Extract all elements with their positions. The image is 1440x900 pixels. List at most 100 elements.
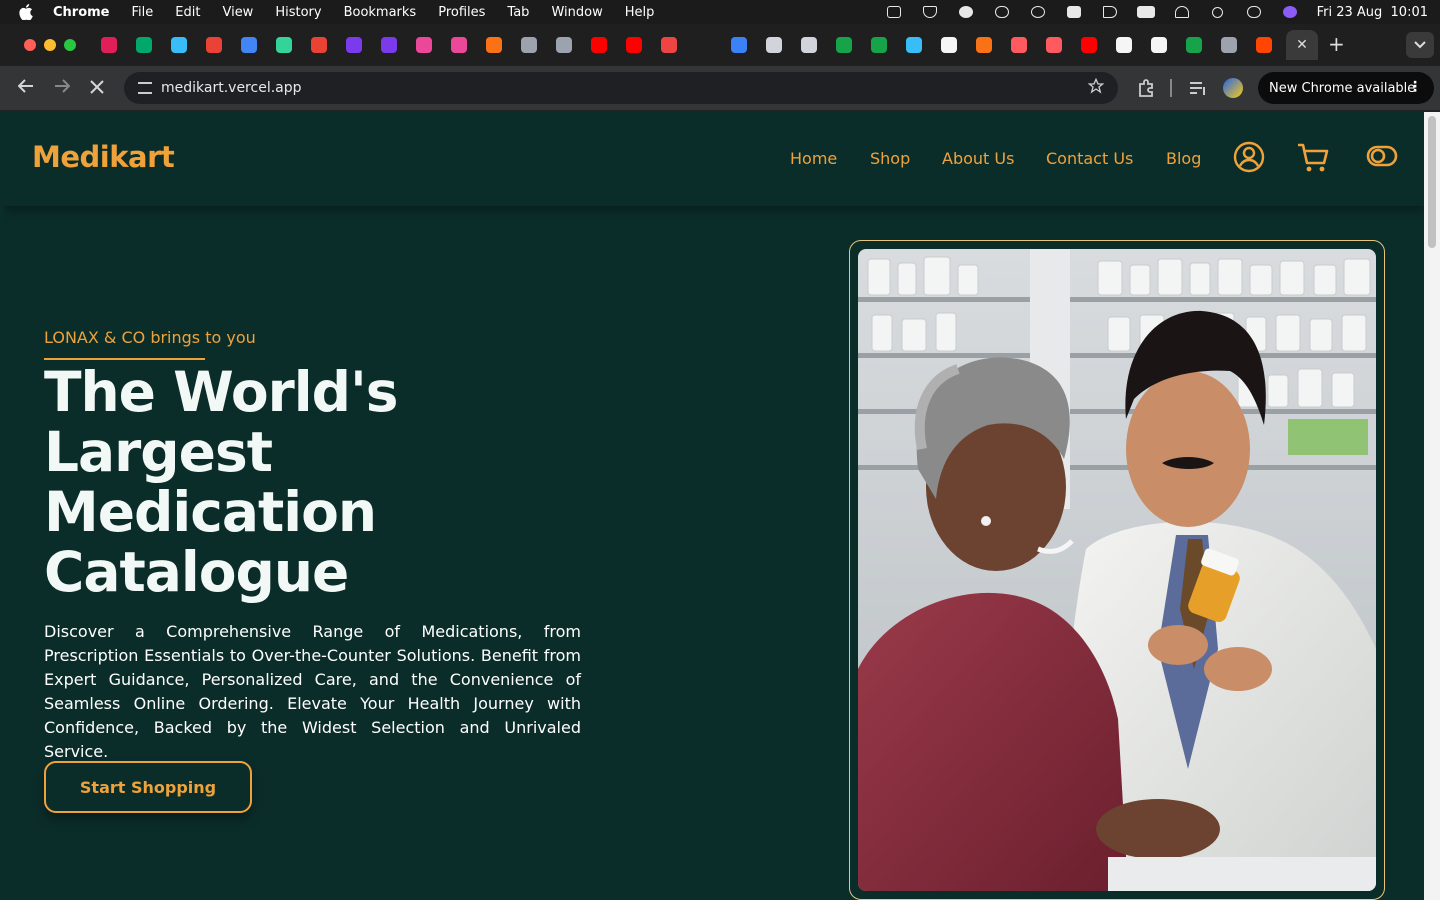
menu-edit[interactable]: Edit <box>175 5 200 20</box>
user-circle-icon[interactable] <box>1232 140 1266 174</box>
pinned-tab[interactable] <box>236 32 262 58</box>
window-controls <box>24 39 76 51</box>
minimize-window-button[interactable] <box>44 39 56 51</box>
start-shopping-button[interactable]: Start Shopping <box>44 761 252 813</box>
menu-history[interactable]: History <box>275 5 321 20</box>
control-center-icon[interactable] <box>1245 5 1263 19</box>
menubar-datetime[interactable]: Fri 23 Aug 10:01 <box>1317 5 1428 20</box>
more-menu-icon[interactable]: ⋮ <box>1408 79 1422 95</box>
screenshot-icon[interactable] <box>885 5 903 19</box>
pinned-tab[interactable] <box>586 32 612 58</box>
pinned-tab[interactable] <box>1076 32 1102 58</box>
bookmark-star-icon[interactable] <box>1088 78 1104 94</box>
nav-about[interactable]: About Us <box>942 149 1014 168</box>
forward-icon[interactable] <box>54 78 70 94</box>
page-scrollbar[interactable] <box>1424 112 1440 900</box>
menu-view[interactable]: View <box>222 5 253 20</box>
pinned-tab[interactable] <box>306 32 332 58</box>
wifi-icon[interactable] <box>1173 5 1191 19</box>
scrollbar-thumb[interactable] <box>1428 116 1436 248</box>
pinned-tab[interactable] <box>691 32 717 58</box>
pinned-tab[interactable] <box>866 32 892 58</box>
pinned-tab[interactable] <box>1006 32 1032 58</box>
weather-icon[interactable] <box>993 5 1011 19</box>
menu-window[interactable]: Window <box>551 5 602 20</box>
pinned-tab[interactable] <box>341 32 367 58</box>
tab-favicon-icon <box>1116 37 1132 53</box>
profile-avatar[interactable] <box>1223 78 1243 98</box>
menu-app-name[interactable]: Chrome <box>53 5 110 20</box>
cart-icon[interactable] <box>1296 142 1330 174</box>
keyboard-icon[interactable] <box>1065 5 1083 19</box>
apple-logo-icon[interactable] <box>19 4 33 20</box>
pinned-tab[interactable] <box>551 32 577 58</box>
pinned-tab[interactable] <box>761 32 787 58</box>
pinned-tab[interactable] <box>481 32 507 58</box>
tab-favicon-icon <box>766 37 782 53</box>
nav-home[interactable]: Home <box>790 149 837 168</box>
pinned-tab[interactable] <box>96 32 122 58</box>
pinned-tab[interactable] <box>1041 32 1067 58</box>
pinned-tab[interactable] <box>656 32 682 58</box>
extensions-icon[interactable] <box>1136 78 1156 98</box>
chevron-down-icon <box>1414 41 1426 49</box>
pinned-tab[interactable] <box>131 32 157 58</box>
pinned-tab[interactable] <box>936 32 962 58</box>
pinned-tab[interactable] <box>411 32 437 58</box>
menu-tab[interactable]: Tab <box>507 5 529 20</box>
siri-icon[interactable] <box>1281 5 1299 19</box>
pinned-tab[interactable] <box>376 32 402 58</box>
new-tab-button[interactable]: + <box>1328 34 1345 54</box>
web-page: Medikart Home Shop About Us Contact Us B… <box>4 112 1424 900</box>
chrome-update-button[interactable]: New Chrome available ⋮ <box>1258 72 1434 104</box>
pinned-tab[interactable] <box>446 32 472 58</box>
vpn-icon[interactable] <box>957 5 975 19</box>
battery-icon[interactable] <box>1136 5 1155 19</box>
pinned-tab[interactable] <box>201 32 227 58</box>
pinned-tab[interactable] <box>516 32 542 58</box>
search-icon[interactable] <box>1209 5 1227 19</box>
nav-blog[interactable]: Blog <box>1166 149 1201 168</box>
play-icon[interactable] <box>1029 5 1047 19</box>
pinned-tab[interactable] <box>831 32 857 58</box>
back-icon[interactable] <box>18 78 34 94</box>
browser-toolbar: medikart.vercel.app New Chrome available… <box>0 66 1440 111</box>
menu-profiles[interactable]: Profiles <box>438 5 485 20</box>
media-queue-icon[interactable] <box>1188 78 1208 98</box>
site-logo[interactable]: Medikart <box>32 140 175 174</box>
pinned-tab[interactable] <box>1251 32 1277 58</box>
site-info-icon[interactable] <box>138 82 152 94</box>
shield-icon[interactable] <box>921 5 939 19</box>
toggle-icon[interactable] <box>1366 145 1398 167</box>
active-tab[interactable]: ✕ <box>1286 30 1318 60</box>
tab-favicon-icon <box>1046 37 1062 53</box>
zoom-window-button[interactable] <box>64 39 76 51</box>
pinned-tab[interactable] <box>1181 32 1207 58</box>
menu-help[interactable]: Help <box>625 5 655 20</box>
pinned-tab[interactable] <box>1111 32 1137 58</box>
nav-contact[interactable]: Contact Us <box>1046 149 1133 168</box>
stop-loading-icon[interactable] <box>90 80 104 94</box>
tab-search-button[interactable] <box>1406 32 1434 58</box>
menu-bookmarks[interactable]: Bookmarks <box>344 5 417 20</box>
pinned-tab[interactable] <box>1216 32 1242 58</box>
pinned-tab[interactable] <box>166 32 192 58</box>
pinned-tab[interactable] <box>271 32 297 58</box>
pinned-tab[interactable] <box>1146 32 1172 58</box>
pinned-tab[interactable] <box>726 32 752 58</box>
nav-shop[interactable]: Shop <box>870 149 910 168</box>
chrome-update-label: New Chrome available <box>1269 80 1416 96</box>
address-bar[interactable]: medikart.vercel.app <box>124 72 1118 104</box>
pinned-tab[interactable] <box>621 32 647 58</box>
tab-favicon-icon <box>1186 37 1202 53</box>
tab-favicon-icon <box>136 37 152 53</box>
tab-favicon-icon <box>836 37 852 53</box>
volume-icon[interactable] <box>1101 5 1119 19</box>
pinned-tab[interactable] <box>796 32 822 58</box>
menu-file[interactable]: File <box>132 5 154 20</box>
pinned-tab[interactable] <box>971 32 997 58</box>
close-tab-icon[interactable]: ✕ <box>1296 37 1308 53</box>
pinned-tab[interactable] <box>901 32 927 58</box>
close-window-button[interactable] <box>24 39 36 51</box>
address-bar-url[interactable]: medikart.vercel.app <box>161 80 302 96</box>
